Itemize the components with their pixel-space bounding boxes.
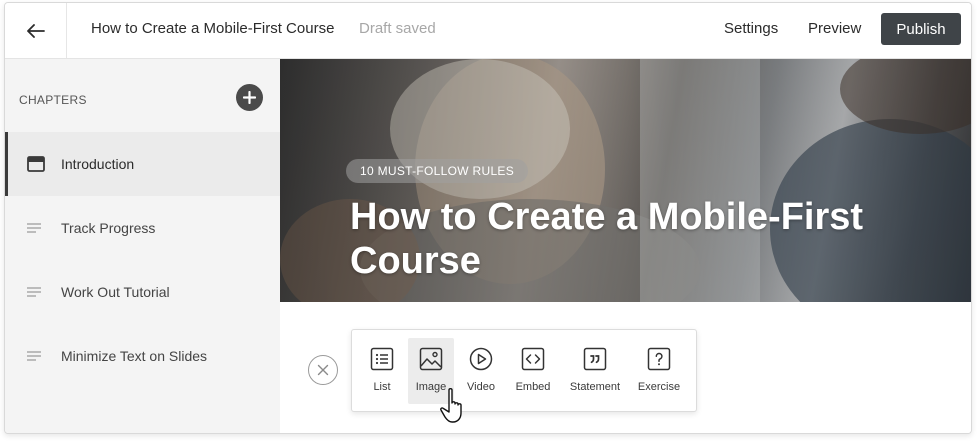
plus-icon bbox=[243, 91, 256, 104]
close-block-menu-button[interactable] bbox=[308, 355, 338, 385]
block-type-menu: List Image Video Embed Statement Exercis… bbox=[351, 329, 697, 412]
chapter-label: Introduction bbox=[61, 156, 135, 172]
chapter-item-track-progress[interactable]: Track Progress bbox=[5, 196, 280, 260]
block-option-embed[interactable]: Embed bbox=[510, 338, 556, 404]
text-lines-icon bbox=[27, 223, 41, 233]
block-option-image[interactable]: Image bbox=[408, 338, 454, 404]
chapter-item-introduction[interactable]: Introduction bbox=[5, 132, 280, 196]
preview-link[interactable]: Preview bbox=[808, 20, 861, 37]
course-title: How to Create a Mobile-First Course bbox=[91, 20, 335, 37]
chapter-label: Minimize Text on Slides bbox=[61, 348, 208, 364]
close-icon bbox=[317, 364, 329, 376]
text-lines-icon bbox=[27, 287, 41, 297]
chapter-item-minimize-text[interactable]: Minimize Text on Slides bbox=[5, 324, 280, 388]
add-chapter-button[interactable] bbox=[236, 84, 263, 111]
block-option-label: Video bbox=[467, 381, 495, 393]
block-option-label: Statement bbox=[569, 381, 621, 393]
code-icon bbox=[521, 347, 545, 371]
chapter-label: Work Out Tutorial bbox=[61, 284, 170, 300]
cover-hero[interactable]: 10 MUST-FOLLOW RULES How to Create a Mob… bbox=[280, 59, 971, 302]
hero-title[interactable]: How to Create a Mobile-First Course bbox=[350, 195, 950, 283]
quote-icon bbox=[583, 347, 607, 371]
arrow-left-icon bbox=[26, 23, 45, 38]
chapter-item-work-out-tutorial[interactable]: Work Out Tutorial bbox=[5, 260, 280, 324]
block-option-label: List bbox=[373, 381, 391, 393]
block-option-list[interactable]: List bbox=[360, 338, 404, 404]
block-option-label: Embed bbox=[515, 381, 551, 393]
chapters-sidebar: CHAPTERS Introduction Track Progress Wor… bbox=[5, 59, 280, 433]
question-icon bbox=[647, 347, 671, 371]
block-option-statement[interactable]: Statement bbox=[565, 338, 625, 404]
chapters-heading: CHAPTERS bbox=[19, 93, 87, 107]
image-icon bbox=[419, 347, 443, 371]
block-option-video[interactable]: Video bbox=[459, 338, 503, 404]
play-circle-icon bbox=[469, 347, 493, 371]
publish-button[interactable]: Publish bbox=[881, 13, 961, 45]
block-option-label: Image bbox=[415, 381, 447, 393]
hero-badge: 10 MUST-FOLLOW RULES bbox=[346, 159, 529, 183]
list-icon bbox=[370, 347, 394, 371]
settings-link[interactable]: Settings bbox=[724, 20, 778, 37]
cover-page-icon bbox=[27, 156, 45, 172]
editor-window: How to Create a Mobile-First Course Draf… bbox=[4, 2, 972, 434]
text-lines-icon bbox=[27, 351, 41, 361]
chapter-label: Track Progress bbox=[61, 220, 156, 236]
draft-status: Draft saved bbox=[359, 20, 436, 37]
top-bar: How to Create a Mobile-First Course Draf… bbox=[5, 3, 971, 59]
block-option-label: Exercise bbox=[637, 381, 681, 393]
block-option-exercise[interactable]: Exercise bbox=[634, 338, 684, 404]
lesson-editor: 10 MUST-FOLLOW RULES How to Create a Mob… bbox=[280, 59, 971, 433]
back-button[interactable] bbox=[5, 3, 67, 58]
